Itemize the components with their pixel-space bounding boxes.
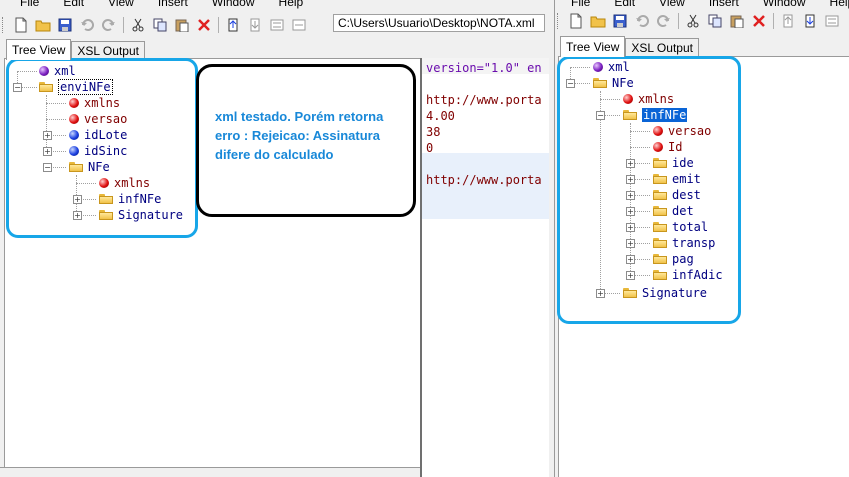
file-path-input[interactable]: [333, 14, 545, 32]
redo-icon[interactable]: [98, 15, 120, 35]
menu-help[interactable]: Help: [830, 0, 849, 9]
menu-edit[interactable]: Edit: [614, 0, 635, 9]
open-folder-icon[interactable]: [587, 11, 609, 31]
tab-xsl-output[interactable]: XSL Output: [625, 38, 699, 57]
value-xml: version="1.0" en: [426, 61, 542, 75]
paste-icon[interactable]: [726, 11, 748, 31]
move-up-icon[interactable]: [777, 11, 799, 31]
indent-icon[interactable]: [266, 15, 288, 35]
copy-icon[interactable]: [149, 15, 171, 35]
menu-file[interactable]: File: [571, 0, 590, 9]
new-file-icon[interactable]: [565, 11, 587, 31]
delete-icon[interactable]: [193, 15, 215, 35]
node-values-column[interactable]: version="1.0" en http://www.porta 4.00 3…: [420, 58, 549, 477]
value-idsinc: 0: [426, 141, 434, 155]
menu-file[interactable]: File: [20, 0, 39, 9]
save-icon[interactable]: [609, 11, 631, 31]
redo-icon[interactable]: [653, 11, 675, 31]
move-down-icon[interactable]: [244, 15, 266, 35]
left-editor-window: File Edit View Insert Window Help Tree View X…: [0, 0, 549, 477]
tab-tree-view[interactable]: Tree View: [6, 39, 72, 60]
delete-icon[interactable]: [748, 11, 770, 31]
outdent-icon[interactable]: [288, 15, 310, 35]
menu-insert[interactable]: Insert: [158, 0, 188, 9]
menu-window[interactable]: Window: [763, 0, 806, 9]
copy-icon[interactable]: [704, 11, 726, 31]
left-toolbar: [0, 14, 310, 36]
menu-insert[interactable]: Insert: [709, 0, 739, 9]
right-editor-window: File Edit View Insert Window Help Tree View X…: [554, 0, 849, 477]
right-menubar: File Edit View Insert Window Help: [555, 0, 849, 9]
new-file-icon[interactable]: [10, 15, 32, 35]
indent-icon[interactable]: [821, 11, 843, 31]
move-up-icon[interactable]: [222, 15, 244, 35]
annotation-highlight-left: [6, 58, 198, 238]
menu-view[interactable]: View: [108, 0, 134, 9]
annotation-callout: xml testado. Porém retorna erro : Rejeic…: [196, 64, 416, 217]
cut-icon[interactable]: [127, 15, 149, 35]
horizontal-scrollbar[interactable]: [0, 467, 420, 477]
menu-edit[interactable]: Edit: [63, 0, 84, 9]
menu-window[interactable]: Window: [212, 0, 255, 9]
left-menubar: File Edit View Insert Window Help: [0, 0, 327, 9]
value-nfe-xmlns: http://www.porta: [426, 173, 542, 187]
right-view-tabs: Tree View XSL Output: [560, 36, 699, 57]
left-view-tabs: Tree View XSL Output: [6, 39, 145, 60]
open-folder-icon[interactable]: [32, 15, 54, 35]
callout-text: xml testado. Porém retorna erro : Rejeic…: [215, 109, 384, 162]
paste-icon[interactable]: [171, 15, 193, 35]
right-toolbar: [555, 10, 843, 32]
value-idlote: 38: [426, 125, 441, 139]
move-down-icon[interactable]: [799, 11, 821, 31]
value-xmlns: http://www.porta: [426, 93, 542, 107]
tab-tree-view[interactable]: Tree View: [560, 36, 626, 57]
toolbar-grip[interactable]: [557, 13, 561, 29]
undo-icon[interactable]: [76, 15, 98, 35]
menu-view[interactable]: View: [659, 0, 685, 9]
value-versao: 4.00: [426, 109, 455, 123]
cut-icon[interactable]: [682, 11, 704, 31]
menu-help[interactable]: Help: [279, 0, 304, 9]
save-icon[interactable]: [54, 15, 76, 35]
toolbar-grip[interactable]: [2, 17, 6, 33]
annotation-highlight-right: [557, 56, 741, 324]
undo-icon[interactable]: [631, 11, 653, 31]
